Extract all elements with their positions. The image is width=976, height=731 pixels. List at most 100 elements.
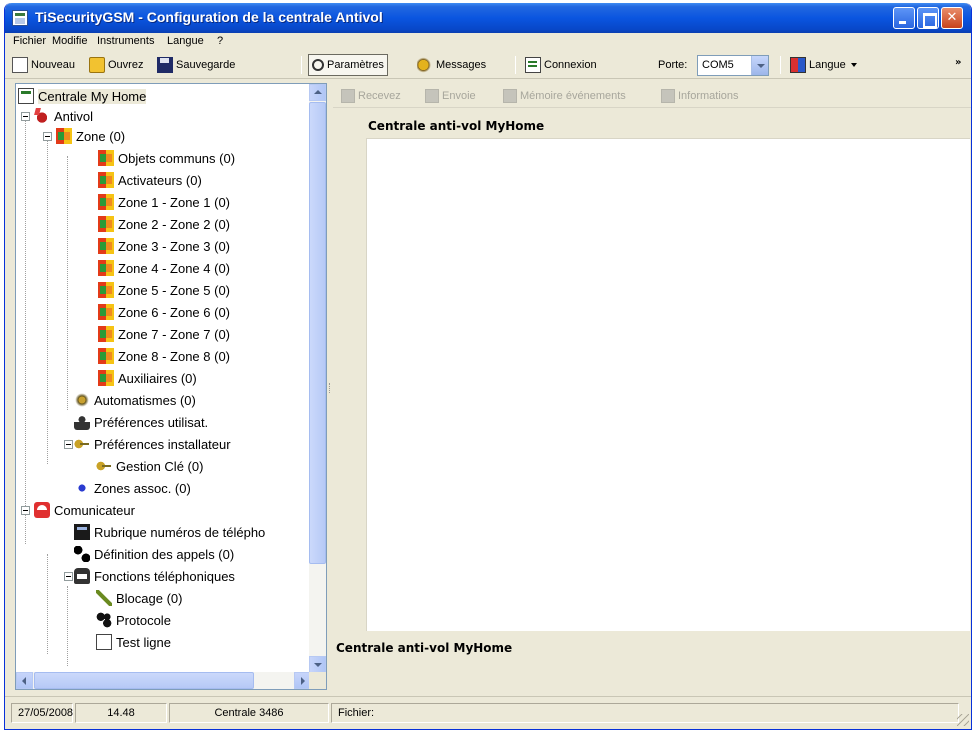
content-area[interactable] [366, 138, 970, 631]
central-unit-icon [18, 88, 34, 104]
chevron-down-icon[interactable] [751, 56, 768, 75]
block-icon [96, 590, 112, 606]
floppy-save-icon [157, 57, 173, 73]
tree-label: Fonctions téléphoniques [94, 568, 235, 584]
tree-item-definition-appels[interactable]: Définition des appels (0) [74, 544, 234, 564]
protocol-icon [96, 612, 112, 628]
resize-grip[interactable] [957, 714, 969, 726]
tree-line [47, 134, 48, 464]
information-button[interactable]: Informations [661, 89, 739, 103]
tree-item-test-ligne[interactable]: Test ligne [96, 632, 171, 652]
language-button[interactable]: Langue [790, 55, 857, 75]
tree-label: Zone 8 - Zone 8 (0) [118, 348, 230, 364]
minimize-button[interactable] [893, 7, 915, 29]
tree-label: Définition des appels (0) [94, 546, 235, 562]
maximize-button[interactable] [917, 7, 939, 29]
scroll-down-arrow[interactable] [309, 656, 326, 673]
window-title: TiSecurityGSM - Configuration de la cent… [35, 9, 383, 25]
close-button[interactable]: ✕ [941, 7, 963, 29]
menu-instruments[interactable]: Instruments [97, 35, 154, 47]
tree-label: Zone (0) [76, 128, 126, 144]
tree-item-automatismes[interactable]: Automatismes (0) [74, 390, 196, 410]
tree-item-antivol[interactable]: Antivol [34, 106, 93, 126]
memory-icon [503, 89, 517, 103]
magnifier-icon [312, 59, 324, 71]
zone-icon [98, 172, 114, 188]
tree-line [67, 586, 68, 666]
toolbar-overflow-button[interactable]: » [955, 57, 961, 68]
status-file: Fichier: [331, 703, 959, 723]
port-label: Porte: [658, 59, 688, 71]
info-icon [661, 89, 675, 103]
tree-item-zone-5[interactable]: Zone 5 - Zone 5 (0) [98, 280, 230, 300]
tree-horizontal-scrollbar[interactable] [16, 672, 311, 689]
tree-item-pref-installer[interactable]: Préférences installateur [74, 434, 231, 454]
port-select[interactable]: COM5 [697, 55, 769, 76]
events-memory-button[interactable]: Mémoire événements [503, 89, 626, 103]
tree-item-blocage[interactable]: Blocage (0) [96, 588, 182, 608]
tree-item-zones-assoc[interactable]: Zones assoc. (0) [74, 478, 191, 498]
tree-item-protocole[interactable]: Protocole [96, 610, 171, 630]
scroll-thumb[interactable] [309, 102, 326, 564]
flag-icon [790, 57, 806, 73]
magnifier-icon [74, 436, 90, 452]
tree-item-objets-communs[interactable]: Objets communs (0) [98, 148, 235, 168]
tree-view[interactable]: Centrale My Home Antivol Zone (0) Objets… [15, 83, 327, 690]
tree-label: Rubrique numéros de télépho [94, 524, 266, 540]
app-icon[interactable] [12, 10, 28, 26]
tree-label: Zones assoc. (0) [94, 480, 191, 496]
save-button[interactable]: Sauvegarde [157, 55, 235, 75]
tree-item-fonctions-telephoniques[interactable]: Fonctions téléphoniques [74, 566, 235, 586]
tree-item-zone-1[interactable]: Zone 1 - Zone 1 (0) [98, 192, 230, 212]
zone-icon [98, 304, 114, 320]
menu-modifie[interactable]: Modifie [52, 35, 87, 47]
tree-item-zone-2[interactable]: Zone 2 - Zone 2 (0) [98, 214, 230, 234]
receive-button[interactable]: Recevez [341, 89, 401, 103]
menu-help[interactable]: ? [217, 35, 223, 47]
tree-item-pref-user[interactable]: Préférences utilisat. [74, 412, 208, 432]
collapse-toggle[interactable] [64, 572, 73, 581]
collapse-toggle[interactable] [64, 440, 73, 449]
tree-vertical-scrollbar[interactable] [309, 84, 326, 673]
tree-root-central[interactable]: Centrale My Home [18, 86, 147, 106]
collapse-toggle[interactable] [21, 112, 30, 121]
scroll-thumb[interactable] [34, 672, 254, 689]
send-label: Envoie [442, 90, 476, 102]
send-button[interactable]: Envoie [425, 89, 476, 103]
tree-item-auxiliaires[interactable]: Auxiliaires (0) [98, 368, 197, 388]
new-button[interactable]: Nouveau [12, 55, 75, 75]
connect-button[interactable]: Connexion [525, 55, 597, 75]
params-button[interactable]: Paramètres [308, 54, 388, 76]
tree-item-rubrique[interactable]: Rubrique numéros de télépho [74, 522, 265, 542]
zone-icon [98, 194, 114, 210]
content-row-header [342, 138, 366, 631]
telephone-icon [74, 568, 90, 584]
collapse-toggle[interactable] [21, 506, 30, 515]
connection-icon [525, 57, 541, 73]
tree-item-zone-7[interactable]: Zone 7 - Zone 7 (0) [98, 324, 230, 344]
phone-communicator-icon [34, 502, 50, 518]
messages-button[interactable]: Messages [417, 55, 486, 75]
tree-item-comunicateur[interactable]: Comunicateur [34, 500, 135, 520]
tree-item-zone-4[interactable]: Zone 4 - Zone 4 (0) [98, 258, 230, 278]
tree-item-activateurs[interactable]: Activateurs (0) [98, 170, 202, 190]
scroll-up-arrow[interactable] [309, 84, 326, 101]
tree-item-zone-3[interactable]: Zone 3 - Zone 3 (0) [98, 236, 230, 256]
tree-item-zone-8[interactable]: Zone 8 - Zone 8 (0) [98, 346, 230, 366]
menu-fichier[interactable]: Fichier [13, 35, 46, 47]
menu-langue[interactable]: Langue [167, 35, 204, 47]
collapse-toggle[interactable] [43, 132, 52, 141]
gears-icon [74, 392, 90, 408]
panel-splitter[interactable] [327, 83, 333, 693]
zone-icon [98, 150, 114, 166]
scroll-left-arrow[interactable] [16, 672, 33, 689]
tree-item-zone-6[interactable]: Zone 6 - Zone 6 (0) [98, 302, 230, 322]
toolbar-separator [515, 56, 516, 74]
tree-item-zone[interactable]: Zone (0) [56, 126, 125, 146]
zone-icon [98, 370, 114, 386]
tree-item-gestion-cle[interactable]: Gestion Clé (0) [96, 456, 203, 476]
caret-down-icon [850, 63, 857, 67]
title-bar[interactable]: TiSecurityGSM - Configuration de la cent… [5, 3, 971, 33]
open-button[interactable]: Ouvrez [89, 55, 143, 75]
scrollbar-corner [309, 672, 326, 689]
